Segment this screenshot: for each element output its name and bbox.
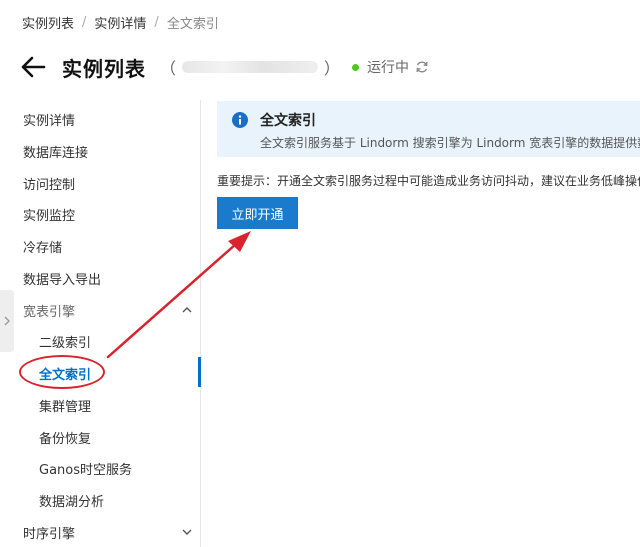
sidebar-group-label: 宽表引擎 — [23, 304, 76, 320]
banner-description: 全文索引服务基于 Lindorm 搜索引擎为 Lindorm 宽表引擎的数据提供… — [260, 136, 640, 150]
sidebar-group-label: 时序引擎 — [23, 526, 76, 542]
page-title: 实例列表 — [62, 56, 146, 81]
status-text: 运行中 — [367, 60, 410, 76]
sidebar-item-instance-monitor[interactable]: 实例监控 — [23, 202, 75, 226]
breadcrumb-separator: / — [82, 15, 87, 30]
sidebar-item-ganos-service[interactable]: Ganos时空服务 — [39, 456, 132, 480]
page-header: 实例列表 （ ） 运行中 — [20, 52, 429, 82]
status-dot — [352, 63, 360, 71]
sidebar-item-access-control[interactable]: 访问控制 — [23, 171, 75, 195]
sidebar-divider — [200, 100, 201, 547]
breadcrumb-item-current: 全文索引 — [166, 17, 219, 32]
masked-instance-id — [182, 61, 319, 73]
sidebar-item-data-lake-analytics[interactable]: 数据湖分析 — [39, 488, 104, 512]
sidebar-item-instance-detail[interactable]: 实例详情 — [23, 107, 75, 131]
refresh-icon[interactable] — [415, 60, 429, 74]
sidebar-item-cluster-management[interactable]: 集群管理 — [39, 393, 91, 417]
info-icon — [232, 112, 248, 128]
sidebar-item-secondary-index[interactable]: 二级索引 — [39, 329, 91, 353]
chevron-right-icon — [4, 316, 10, 326]
sidebar-group-wide-table-engine[interactable]: 宽表引擎 — [23, 298, 193, 322]
sidebar-item-db-connection[interactable]: 数据库连接 — [23, 139, 88, 163]
sidebar-item-backup-restore[interactable]: 备份恢复 — [39, 425, 91, 449]
back-arrow-icon[interactable] — [20, 54, 46, 80]
breadcrumb: 实例列表 / 实例详情 / 全文索引 — [22, 13, 219, 32]
chevron-up-icon — [182, 307, 192, 313]
paren-open: （ — [160, 59, 177, 78]
breadcrumb-separator: / — [154, 15, 159, 30]
chevron-down-icon — [182, 529, 192, 535]
sidebar-item-cold-storage[interactable]: 冷存储 — [23, 234, 62, 258]
sidebar-item-fulltext-index[interactable]: 全文索引 — [39, 361, 91, 385]
active-item-indicator — [198, 357, 201, 387]
enable-now-button[interactable]: 立即开通 — [217, 197, 298, 229]
sidebar-item-data-import-export[interactable]: 数据导入导出 — [23, 266, 101, 290]
breadcrumb-item-instance-list[interactable]: 实例列表 — [22, 13, 74, 32]
sidebar-group-timeseries-engine[interactable]: 时序引擎 — [23, 520, 193, 544]
paren-close: ） — [324, 59, 341, 78]
important-notice: 重要提示：开通全文索引服务过程中可能造成业务访问抖动，建议在业务低峰操作 — [217, 174, 640, 188]
sidebar-collapse-tab[interactable] — [0, 290, 14, 352]
breadcrumb-item-instance-detail[interactable]: 实例详情 — [94, 13, 146, 32]
info-banner: 全文索引 全文索引服务基于 Lindorm 搜索引擎为 Lindorm 宽表引擎… — [217, 101, 640, 157]
banner-title: 全文索引 — [260, 113, 316, 129]
